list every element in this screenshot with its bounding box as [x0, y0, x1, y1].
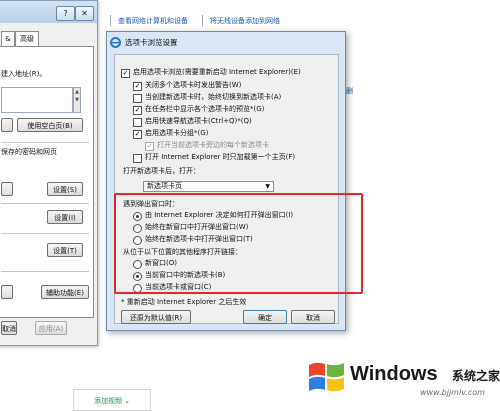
- divider: [1, 203, 89, 204]
- tab-groups-checkbox[interactable]: ✓: [133, 130, 142, 139]
- view-network-link[interactable]: 查看网络计算机和设备: [118, 16, 188, 26]
- warn-close-label: 关闭多个选项卡时发出警告(W): [145, 81, 242, 89]
- bg-cancel-button[interactable]: 取消: [1, 321, 17, 335]
- side-link-fragment[interactable]: 删: [346, 86, 353, 96]
- homepage-textbox[interactable]: [1, 87, 73, 113]
- switch-new-tab-label: 当创建新选项卡时，始终切换到新选项卡(A): [145, 93, 282, 101]
- help-button[interactable]: ?: [56, 6, 75, 21]
- enable-tabs-label: 启用选项卡浏览(需要重新启动 Internet Explorer)(E): [133, 68, 301, 76]
- restart-note: * 重新启动 Internet Explorer 之后生效: [121, 298, 247, 306]
- dialog-cancel-button[interactable]: 取消: [291, 310, 335, 324]
- switch-new-tab-checkbox[interactable]: [133, 94, 142, 103]
- tab-groups-label: 启用选项卡分组*(G): [145, 129, 209, 137]
- history-text: 保存的密码和网页: [1, 148, 57, 156]
- divider: [1, 233, 89, 234]
- chevron-down-icon: ▼: [265, 183, 270, 190]
- brand-suffix-text: 系统之家: [452, 369, 500, 383]
- highlight-box: [114, 193, 363, 294]
- open-next-to-current-checkbox: ✓: [145, 142, 154, 151]
- taskbar-preview-checkbox[interactable]: ✓: [133, 106, 142, 115]
- add-video-button[interactable]: 添加视频 ⌄: [73, 389, 151, 411]
- divider: [1, 271, 89, 272]
- close-button[interactable]: ✕: [75, 6, 94, 21]
- quick-tabs-label: 启用快速导航选项卡(Ctrl+Q)*(Q): [145, 117, 252, 125]
- search-settings-button[interactable]: 设置(I): [47, 210, 83, 224]
- window-titlebar: ? ✕: [0, 1, 97, 23]
- windows-logo-icon: [309, 362, 344, 392]
- dialog-titlebar: 选项卡浏览设置: [107, 32, 345, 54]
- brand-text: Windows: [350, 363, 438, 385]
- accessibility-button[interactable]: 辅助功能(E): [41, 285, 89, 299]
- new-tab-select-value: 新选项卡页: [147, 182, 182, 190]
- use-blank-button[interactable]: 使用空白页(B): [17, 118, 83, 132]
- restore-defaults-button[interactable]: 还原为默认值(R): [121, 310, 191, 324]
- warn-close-checkbox[interactable]: ✓: [133, 82, 142, 91]
- tab-advanced[interactable]: 高级: [15, 31, 39, 47]
- history-settings-button[interactable]: 设置(S): [47, 182, 83, 196]
- divider: [1, 142, 89, 143]
- taskbar-preview-label: 在任务栏中显示各个选项卡的预览*(G): [145, 105, 265, 113]
- tabs-settings-button[interactable]: 设置(T): [47, 243, 83, 257]
- ok-button[interactable]: 确定: [243, 310, 287, 324]
- watermark-text: www.bjjmlv.com: [420, 388, 485, 397]
- new-tab-open-label: 打开新选项卡后，打开：: [123, 167, 200, 175]
- open-next-to-current-label: 打开当前选项卡旁边的每个新选项卡: [157, 141, 269, 149]
- link-separator: [110, 15, 111, 26]
- first-homepage-label: 打开 Internet Explorer 时只加载第一个主页(F): [145, 153, 296, 161]
- link-separator: [202, 15, 203, 26]
- first-homepage-checkbox[interactable]: [133, 154, 142, 163]
- homepage-instruction: 建入地址(R)。: [1, 70, 47, 78]
- tab-fragment[interactable]: &: [1, 31, 15, 47]
- new-tab-select[interactable]: 新选项卡页 ▼: [143, 181, 274, 192]
- add-wireless-link[interactable]: 将无线设备添加到网络: [210, 16, 280, 26]
- enable-tabs-checkbox[interactable]: ✓: [121, 69, 130, 78]
- internet-options-window: ? ✕ & 高级 建入地址(R)。 ▲ ▼ 使用空白页(B) 保存的密码和网页 设…: [0, 0, 98, 346]
- dialog-title: 选项卡浏览设置: [125, 38, 178, 47]
- ie-icon: [110, 37, 121, 48]
- delete-button[interactable]: [1, 182, 13, 196]
- homepage-scrollbar[interactable]: ▲ ▼: [73, 87, 81, 113]
- apply-button: 应用(A): [35, 321, 67, 335]
- quick-tabs-checkbox[interactable]: [133, 118, 142, 127]
- use-default-button[interactable]: [1, 118, 13, 132]
- fonts-button[interactable]: [1, 285, 13, 299]
